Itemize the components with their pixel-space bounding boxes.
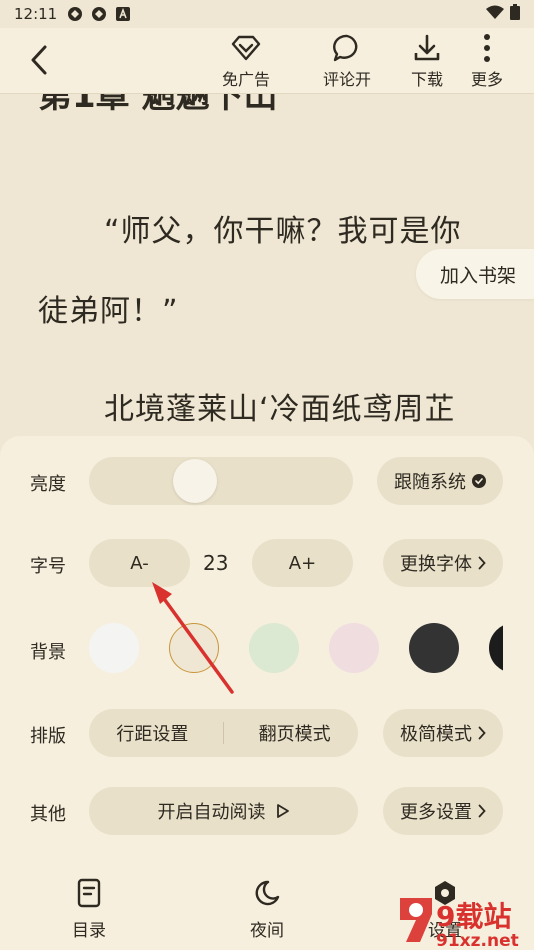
diamond-icon [229, 32, 263, 64]
background-swatch-2[interactable] [169, 623, 219, 673]
font-increase-button[interactable]: A+ [252, 539, 353, 587]
background-swatch-1[interactable] [89, 623, 139, 673]
night-mode-button[interactable]: 夜间 [244, 876, 290, 941]
more-button[interactable]: 更多 [466, 32, 508, 90]
background-swatch-3[interactable] [249, 623, 299, 673]
reading-area[interactable]: 第1章 魍魉下山 “师父，你干嘛？我可是你 徒弟阿！” 北境蓬莱山‘冷面纸鸢周芷… [0, 94, 534, 439]
night-label: 夜间 [250, 921, 284, 941]
comments-toggle-button[interactable]: 评论开 [317, 32, 377, 90]
back-button[interactable] [22, 42, 56, 78]
more-settings-button[interactable]: 更多设置 [383, 787, 503, 835]
more-settings-label: 更多设置 [400, 802, 472, 823]
check-circle-icon [472, 474, 486, 488]
book-icon [74, 876, 104, 910]
watermark-sub-text: 91xz.net [436, 931, 519, 948]
reader-toolbar: 免广告 评论开 下载 更多 [0, 28, 534, 94]
toc-label: 目录 [72, 921, 106, 941]
status-bar: 12:11 [0, 0, 534, 28]
no-ads-label: 免广告 [221, 70, 270, 89]
no-ads-button[interactable]: 免广告 [216, 32, 276, 90]
battery-icon [510, 4, 520, 24]
font-notification-icon [115, 6, 131, 22]
change-font-label: 更换字体 [400, 554, 472, 575]
font-decrease-button[interactable]: A- [89, 539, 190, 587]
brightness-slider[interactable] [89, 457, 353, 505]
background-swatch-4[interactable] [329, 623, 379, 673]
chapter-title: 第1章 魍魉下山 [38, 94, 278, 116]
status-time: 12:11 [14, 5, 58, 23]
watermark-main-text: 9载站 [436, 900, 511, 933]
add-to-shelf-button[interactable]: 加入书架 [415, 249, 534, 299]
follow-system-label: 跟随系统 [394, 472, 466, 493]
download-label: 下载 [410, 70, 443, 89]
follow-system-button[interactable]: 跟随系统 [377, 457, 503, 505]
layout-label: 排版 [30, 726, 66, 747]
toc-button[interactable]: 目录 [66, 876, 112, 941]
comment-bubble-icon [330, 32, 364, 64]
minimal-mode-label: 极简模式 [400, 724, 472, 745]
font-size-value: 23 [203, 551, 229, 575]
chevron-right-icon [478, 804, 486, 818]
text-line-1: “师父，你干嘛？我可是你 [104, 214, 462, 249]
moon-icon [252, 876, 282, 910]
app-notification-icon [67, 6, 83, 22]
layout-segmented-control: 行距设置 翻页模式 [89, 709, 358, 757]
download-icon [410, 32, 444, 64]
other-label: 其他 [30, 804, 66, 825]
site-watermark-logo: 9载站 91xz.net [392, 892, 530, 950]
wifi-icon [486, 5, 504, 23]
auto-read-label: 开启自动阅读 [157, 802, 266, 823]
chevron-left-icon [31, 45, 47, 75]
auto-read-button[interactable]: 开启自动阅读 [89, 787, 358, 835]
download-button[interactable]: 下载 [404, 32, 450, 90]
change-font-button[interactable]: 更换字体 [383, 539, 503, 587]
comments-label: 评论开 [322, 70, 371, 89]
play-icon [276, 803, 290, 819]
status-right [486, 4, 520, 24]
minimal-mode-button[interactable]: 极简模式 [383, 709, 503, 757]
segment-divider [222, 722, 224, 744]
brightness-label: 亮度 [30, 474, 66, 495]
more-vertical-icon [470, 32, 504, 64]
background-swatch-5[interactable] [409, 623, 459, 673]
chevron-right-icon [478, 556, 486, 570]
brightness-slider-handle[interactable] [173, 459, 218, 503]
text-line-3: 北境蓬莱山‘冷面纸鸢周芷 [104, 392, 456, 427]
line-spacing-button[interactable]: 行距设置 [116, 720, 188, 746]
app-notification-icon-2 [91, 6, 107, 22]
more-label: 更多 [470, 70, 503, 89]
text-line-2: 徒弟阿！” [38, 294, 179, 329]
chevron-right-icon [478, 726, 486, 740]
font-size-label: 字号 [30, 556, 66, 577]
page-mode-button[interactable]: 翻页模式 [259, 720, 331, 746]
background-label: 背景 [30, 642, 66, 663]
